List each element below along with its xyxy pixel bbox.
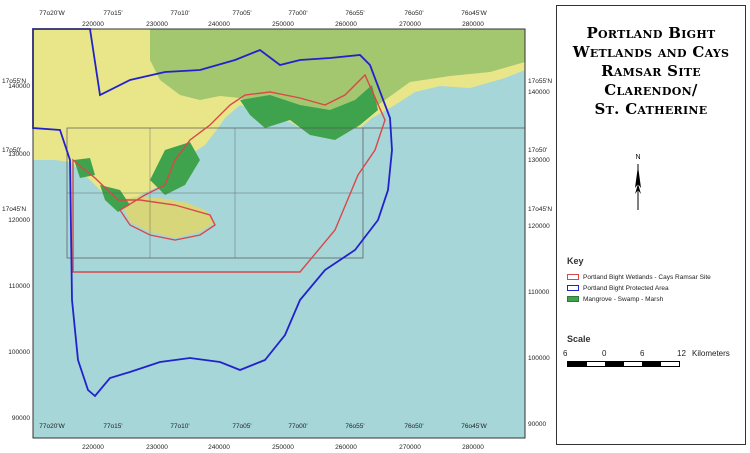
bottom-degree-label: 77o00' bbox=[288, 423, 307, 430]
top-degree-label: 77o15' bbox=[103, 10, 122, 17]
key-item-label: Mangrove - Swamp - Marsh bbox=[583, 295, 664, 303]
bottom-degree-label: 77o20'W bbox=[39, 423, 65, 430]
right-northing-label: 130000 bbox=[528, 157, 550, 164]
scale-segment bbox=[642, 362, 661, 366]
left-northing-label: 140000 bbox=[8, 83, 30, 90]
bottom-easting-label: 280000 bbox=[462, 444, 484, 451]
bottom-degree-label: 77o10' bbox=[170, 423, 189, 430]
key-item-label: Portland Bight Protected Area bbox=[583, 284, 669, 292]
top-easting-label: 250000 bbox=[272, 21, 294, 28]
title-line: Ramsar Site bbox=[601, 62, 701, 80]
top-easting-label: 220000 bbox=[82, 21, 104, 28]
scale-label: 6 bbox=[640, 349, 645, 358]
map-canvas: 77o20'W 77o15' 77o10' 77o05' 77o00' 76o55' 76o… bbox=[2, 10, 552, 451]
top-easting-label: 230000 bbox=[146, 21, 168, 28]
ramsar-swatch bbox=[567, 274, 579, 280]
scale-label: 6 bbox=[563, 349, 568, 358]
key-item-label: Portland Bight Wetlands - Cays Ramsar Si… bbox=[583, 273, 711, 281]
bottom-degree-label: 76o45'W bbox=[461, 423, 487, 430]
left-northing-label: 130000 bbox=[8, 151, 30, 158]
left-northing-label: 100000 bbox=[8, 349, 30, 356]
bottom-easting-label: 240000 bbox=[208, 444, 230, 451]
map-frame: 77o20'W 77o15' 77o10' 77o05' 77o00' 76o55' 76o… bbox=[0, 0, 553, 453]
top-degree-label: 77o10' bbox=[170, 10, 189, 17]
map-title: Portland Bight Wetlands and Cays Ramsar Si… bbox=[557, 24, 745, 119]
key-title: Key bbox=[567, 256, 584, 266]
scale-segment bbox=[623, 362, 642, 366]
right-latitude-label: 17o55'N bbox=[528, 78, 552, 85]
title-line: Wetlands and Cays bbox=[572, 43, 730, 61]
north-arrow: N bbox=[631, 154, 645, 214]
right-northing-label: 120000 bbox=[528, 223, 550, 230]
scale-title: Scale bbox=[567, 334, 591, 344]
scale-segment bbox=[568, 362, 587, 366]
north-label: N bbox=[635, 154, 641, 161]
scale-segment bbox=[660, 362, 679, 366]
north-arrow-icon bbox=[635, 164, 641, 210]
right-latitude-label: 17o45'N bbox=[528, 206, 552, 213]
left-latitude-label: 17o45'N bbox=[2, 206, 26, 213]
bottom-degree-label: 77o15' bbox=[103, 423, 122, 430]
left-northing-label: 90000 bbox=[12, 415, 30, 422]
key-item-mangrove: Mangrove - Swamp - Marsh bbox=[567, 294, 663, 304]
top-easting-label: 260000 bbox=[335, 21, 357, 28]
right-northing-label: 140000 bbox=[528, 89, 550, 96]
top-easting-label: 240000 bbox=[208, 21, 230, 28]
scale-label-unit: Kilometers bbox=[692, 349, 730, 358]
protected-swatch bbox=[567, 285, 579, 291]
scale-bar bbox=[567, 361, 680, 367]
bottom-degree-label: 76o55' bbox=[345, 423, 364, 430]
top-easting-label: 270000 bbox=[399, 21, 421, 28]
bottom-easting-label: 270000 bbox=[399, 444, 421, 451]
mangrove-swatch bbox=[567, 296, 579, 302]
top-degree-label: 77o00' bbox=[288, 10, 307, 17]
right-northing-label: 90000 bbox=[528, 421, 546, 428]
left-northing-label: 120000 bbox=[8, 217, 30, 224]
scale-segment bbox=[605, 362, 624, 366]
top-degree-label: 76o45'W bbox=[461, 10, 487, 17]
top-degree-label: 76o55' bbox=[345, 10, 364, 17]
bottom-easting-label: 230000 bbox=[146, 444, 168, 451]
key-item-protected: Portland Bight Protected Area bbox=[567, 283, 669, 293]
right-latitude-label: 17o50' bbox=[528, 147, 547, 154]
key-item-ramsar: Portland Bight Wetlands - Cays Ramsar Si… bbox=[567, 272, 711, 282]
legend-panel: Portland Bight Wetlands and Cays Ramsar Si… bbox=[556, 5, 746, 445]
scale-labels: 6 0 6 12 Kilometers bbox=[561, 349, 745, 359]
title-line: Clarendon/ bbox=[604, 81, 698, 99]
bottom-degree-label: 76o50' bbox=[404, 423, 423, 430]
title-line: St. Catherine bbox=[594, 100, 708, 118]
bottom-easting-label: 260000 bbox=[335, 444, 357, 451]
bottom-degree-label: 77o05' bbox=[232, 423, 251, 430]
bottom-easting-label: 220000 bbox=[82, 444, 104, 451]
right-northing-label: 100000 bbox=[528, 355, 550, 362]
top-degree-label: 77o20'W bbox=[39, 10, 65, 17]
bottom-easting-label: 250000 bbox=[272, 444, 294, 451]
title-line: Portland Bight bbox=[586, 24, 716, 42]
top-degree-label: 76o50' bbox=[404, 10, 423, 17]
scale-label: 0 bbox=[602, 349, 607, 358]
top-degree-label: 77o05' bbox=[232, 10, 251, 17]
left-northing-label: 110000 bbox=[9, 283, 31, 290]
scale-label: 12 bbox=[677, 349, 686, 358]
scale-segment bbox=[586, 362, 605, 366]
top-easting-label: 280000 bbox=[462, 21, 484, 28]
right-northing-label: 110000 bbox=[528, 289, 550, 296]
